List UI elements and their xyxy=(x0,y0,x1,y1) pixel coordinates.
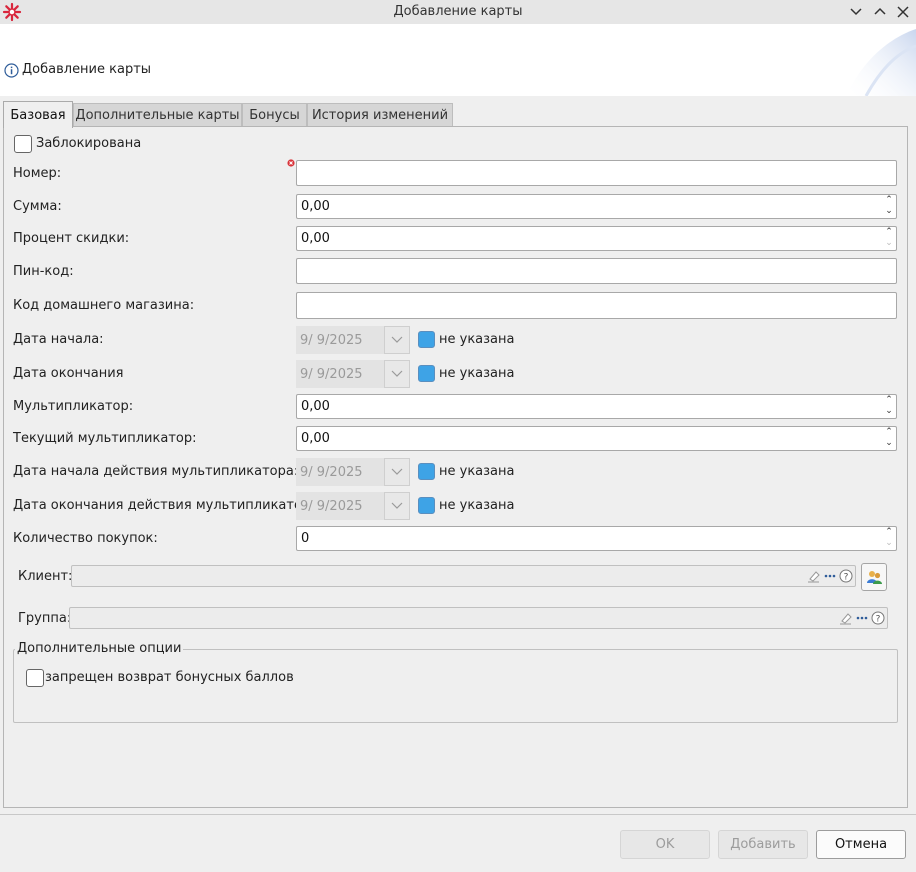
group-label: Группа: xyxy=(18,611,72,626)
mult-start-date-value: 9/ 9/2025 xyxy=(296,458,384,486)
sum-value: 0,00 xyxy=(301,199,330,214)
sum-spinner[interactable]: ⌃ ⌄ xyxy=(883,195,895,219)
discount-spinner[interactable]: ⌃ ⌄ xyxy=(883,227,895,251)
end-date-label: Дата окончания xyxy=(13,366,124,381)
mult-start-date-picker[interactable]: 9/ 9/2025 xyxy=(296,458,410,486)
pin-input[interactable] xyxy=(296,258,897,284)
mult-end-date-picker[interactable]: 9/ 9/2025 xyxy=(296,492,410,520)
purchases-label: Количество покупок: xyxy=(13,531,158,546)
footer-separator xyxy=(0,814,916,815)
start-date-not-specified-label: не указана xyxy=(439,332,515,347)
additional-options-title: Дополнительные опции xyxy=(15,641,184,656)
tab-history[interactable]: История изменений xyxy=(307,103,453,127)
window-menu-chevron-down-icon[interactable] xyxy=(847,3,865,21)
group-field-icons: ? xyxy=(839,610,885,626)
sum-label: Сумма: xyxy=(13,199,62,214)
start-date-not-specified-checkbox[interactable] xyxy=(418,331,435,348)
number-input[interactable] xyxy=(296,160,897,186)
start-date-dropdown[interactable] xyxy=(384,326,410,354)
start-date-label: Дата начала: xyxy=(13,332,104,347)
svg-text:?: ? xyxy=(876,615,881,625)
mult-start-label: Дата начала действия мультипликатора: xyxy=(13,464,299,479)
users-icon xyxy=(867,571,882,584)
mult-end-not-specified-checkbox[interactable] xyxy=(418,497,435,514)
home-store-input[interactable] xyxy=(296,292,897,319)
window-title: Добавление карты xyxy=(393,4,523,19)
dialog-header: Добавление карты xyxy=(0,24,916,96)
required-error-icon xyxy=(287,159,295,167)
help-icon[interactable]: ? xyxy=(839,569,853,583)
current-multiplier-label: Текущий мультипликатор: xyxy=(13,431,197,446)
discount-input[interactable]: 0,00 ⌃ ⌄ xyxy=(296,226,897,251)
number-label: Номер: xyxy=(13,166,62,181)
multiplier-label: Мультипликатор: xyxy=(13,399,134,414)
svg-text:?: ? xyxy=(844,573,849,583)
discount-value: 0,00 xyxy=(301,231,330,246)
more-icon[interactable] xyxy=(855,611,869,625)
pin-label: Пин-код: xyxy=(13,264,74,279)
chevron-down-icon xyxy=(391,502,403,509)
chevron-down-icon xyxy=(391,468,403,475)
mult-start-date-dropdown[interactable] xyxy=(384,458,410,486)
header-decoration xyxy=(846,29,916,96)
tab-basic[interactable]: Базовая xyxy=(3,101,73,128)
blocked-checkbox[interactable] xyxy=(14,135,32,153)
mult-end-date-dropdown[interactable] xyxy=(384,492,410,520)
tab-additional-cards[interactable]: Дополнительные карты xyxy=(73,103,242,127)
mult-start-not-specified-checkbox[interactable] xyxy=(418,463,435,480)
info-icon xyxy=(4,63,19,78)
multiplier-input[interactable]: 0,00 ⌃ ⌄ xyxy=(296,394,897,419)
start-date-picker[interactable]: 9/ 9/2025 xyxy=(296,326,410,354)
ok-button[interactable]: OK xyxy=(620,830,710,859)
current-multiplier-spinner[interactable]: ⌃ ⌄ xyxy=(883,427,895,451)
multiplier-spinner[interactable]: ⌃ ⌄ xyxy=(883,395,895,419)
client-label: Клиент: xyxy=(18,569,73,584)
cancel-button[interactable]: Отмена xyxy=(816,830,906,859)
blocked-label: Заблокирована xyxy=(36,136,142,151)
additional-options-group xyxy=(13,649,898,723)
window-titlebar: Добавление карты xyxy=(0,0,916,24)
start-date-value: 9/ 9/2025 xyxy=(296,326,384,354)
discount-label: Процент скидки: xyxy=(13,231,130,246)
help-icon[interactable]: ? xyxy=(871,611,885,625)
chevron-down-icon xyxy=(391,336,403,343)
chevron-down-icon xyxy=(391,370,403,377)
window-close-icon[interactable] xyxy=(894,3,912,21)
current-multiplier-input[interactable]: 0,00 ⌃ ⌄ xyxy=(296,426,897,451)
client-field-icons: ? xyxy=(807,568,853,584)
mult-end-date-value: 9/ 9/2025 xyxy=(296,492,384,520)
select-client-button[interactable] xyxy=(861,563,887,591)
client-field[interactable]: ? xyxy=(71,565,856,587)
window-maximize-chevron-up-icon[interactable] xyxy=(871,3,889,21)
multiplier-value: 0,00 xyxy=(301,399,330,414)
eraser-icon[interactable] xyxy=(839,611,853,625)
end-date-picker[interactable]: 9/ 9/2025 xyxy=(296,360,410,388)
group-field[interactable]: ? xyxy=(69,607,888,629)
no-bonus-return-label: запрещен возврат бонусных баллов xyxy=(45,670,294,685)
end-date-value: 9/ 9/2025 xyxy=(296,360,384,388)
eraser-icon[interactable] xyxy=(807,569,821,583)
mult-end-label: Дата окончания действия мультипликатора: xyxy=(13,498,323,513)
dialog-heading: Добавление карты xyxy=(22,62,152,77)
mult-start-not-specified-label: не указана xyxy=(439,464,515,479)
purchases-value: 0 xyxy=(301,531,310,546)
tab-bonuses[interactable]: Бонусы xyxy=(242,103,307,127)
end-date-not-specified-checkbox[interactable] xyxy=(418,365,435,382)
purchases-input[interactable]: 0 ⌃ ⌄ xyxy=(296,526,897,551)
end-date-not-specified-label: не указана xyxy=(439,366,515,381)
add-button[interactable]: Добавить xyxy=(718,830,808,859)
mult-end-not-specified-label: не указана xyxy=(439,498,515,513)
more-icon[interactable] xyxy=(823,569,837,583)
purchases-spinner[interactable]: ⌃ ⌄ xyxy=(883,527,895,551)
no-bonus-return-checkbox[interactable] xyxy=(26,669,44,687)
sum-input[interactable]: 0,00 ⌃ ⌄ xyxy=(296,194,897,219)
home-store-label: Код домашнего магазина: xyxy=(13,298,195,313)
end-date-dropdown[interactable] xyxy=(384,360,410,388)
current-multiplier-value: 0,00 xyxy=(301,431,330,446)
